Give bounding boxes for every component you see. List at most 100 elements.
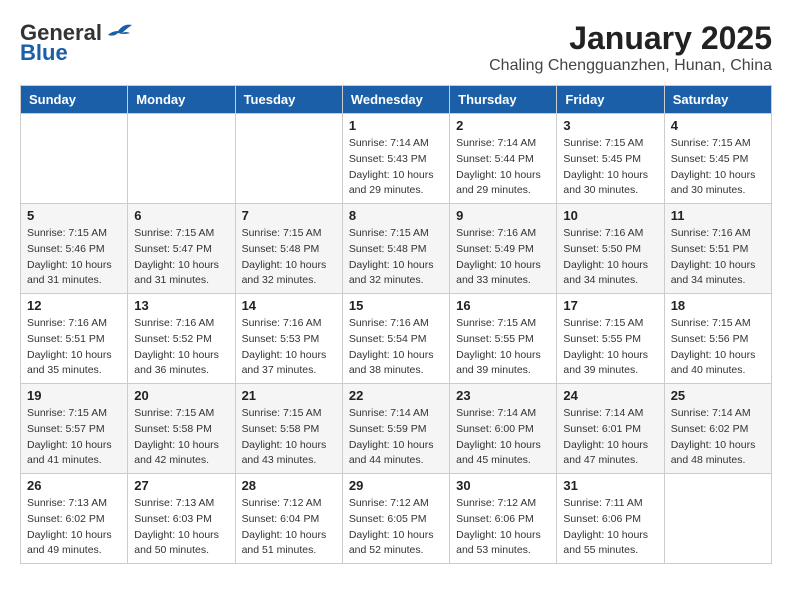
calendar-title: January 2025 <box>489 20 772 57</box>
day-number: 21 <box>242 388 336 403</box>
calendar-week-1: 1 Sunrise: 7:14 AM Sunset: 5:43 PM Daylig… <box>21 114 772 204</box>
day-info: Sunrise: 7:15 AM Sunset: 5:58 PM Dayligh… <box>242 406 336 469</box>
day-info: Sunrise: 7:15 AM Sunset: 5:58 PM Dayligh… <box>134 406 228 469</box>
day-info: Sunrise: 7:11 AM Sunset: 6:06 PM Dayligh… <box>563 496 657 559</box>
calendar-cell: 15 Sunrise: 7:16 AM Sunset: 5:54 PM Dayli… <box>342 294 449 384</box>
title-block: January 2025 Chaling Chengguanzhen, Huna… <box>489 20 772 75</box>
weekday-header-saturday: Saturday <box>664 86 771 114</box>
day-number: 16 <box>456 298 550 313</box>
day-info: Sunrise: 7:15 AM Sunset: 5:57 PM Dayligh… <box>27 406 121 469</box>
day-number: 18 <box>671 298 765 313</box>
day-number: 6 <box>134 208 228 223</box>
day-info: Sunrise: 7:15 AM Sunset: 5:48 PM Dayligh… <box>349 226 443 289</box>
day-info: Sunrise: 7:14 AM Sunset: 5:43 PM Dayligh… <box>349 136 443 199</box>
calendar-cell: 7 Sunrise: 7:15 AM Sunset: 5:48 PM Daylig… <box>235 204 342 294</box>
day-info: Sunrise: 7:16 AM Sunset: 5:54 PM Dayligh… <box>349 316 443 379</box>
calendar-cell: 6 Sunrise: 7:15 AM Sunset: 5:47 PM Daylig… <box>128 204 235 294</box>
calendar-cell: 4 Sunrise: 7:15 AM Sunset: 5:45 PM Daylig… <box>664 114 771 204</box>
calendar-cell: 10 Sunrise: 7:16 AM Sunset: 5:50 PM Dayli… <box>557 204 664 294</box>
day-info: Sunrise: 7:15 AM Sunset: 5:45 PM Dayligh… <box>671 136 765 199</box>
calendar-cell: 19 Sunrise: 7:15 AM Sunset: 5:57 PM Dayli… <box>21 384 128 474</box>
day-info: Sunrise: 7:16 AM Sunset: 5:49 PM Dayligh… <box>456 226 550 289</box>
day-info: Sunrise: 7:14 AM Sunset: 5:59 PM Dayligh… <box>349 406 443 469</box>
day-number: 20 <box>134 388 228 403</box>
day-number: 29 <box>349 478 443 493</box>
calendar-header-row: SundayMondayTuesdayWednesdayThursdayFrid… <box>21 86 772 114</box>
day-number: 19 <box>27 388 121 403</box>
day-info: Sunrise: 7:16 AM Sunset: 5:53 PM Dayligh… <box>242 316 336 379</box>
calendar-cell: 29Sunrise: 7:12 AM Sunset: 6:05 PM Dayli… <box>342 474 449 564</box>
day-number: 7 <box>242 208 336 223</box>
calendar-cell: 23 Sunrise: 7:14 AM Sunset: 6:00 PM Dayli… <box>450 384 557 474</box>
day-info: Sunrise: 7:15 AM Sunset: 5:55 PM Dayligh… <box>456 316 550 379</box>
day-info: Sunrise: 7:12 AM Sunset: 6:04 PM Dayligh… <box>242 496 336 559</box>
calendar-cell: 16 Sunrise: 7:15 AM Sunset: 5:55 PM Dayli… <box>450 294 557 384</box>
calendar-cell: 30 Sunrise: 7:12 AM Sunset: 6:06 PM Dayli… <box>450 474 557 564</box>
day-info: Sunrise: 7:16 AM Sunset: 5:52 PM Dayligh… <box>134 316 228 379</box>
day-info: Sunrise: 7:15 AM Sunset: 5:48 PM Dayligh… <box>242 226 336 289</box>
calendar-cell: 11Sunrise: 7:16 AM Sunset: 5:51 PM Dayli… <box>664 204 771 294</box>
day-info: Sunrise: 7:13 AM Sunset: 6:02 PM Dayligh… <box>27 496 121 559</box>
day-info: Sunrise: 7:15 AM Sunset: 5:45 PM Dayligh… <box>563 136 657 199</box>
calendar-cell: 14 Sunrise: 7:16 AM Sunset: 5:53 PM Dayli… <box>235 294 342 384</box>
calendar-week-3: 12Sunrise: 7:16 AM Sunset: 5:51 PM Dayli… <box>21 294 772 384</box>
day-number: 22 <box>349 388 443 403</box>
day-info: Sunrise: 7:15 AM Sunset: 5:47 PM Dayligh… <box>134 226 228 289</box>
calendar-week-5: 26 Sunrise: 7:13 AM Sunset: 6:02 PM Dayli… <box>21 474 772 564</box>
day-info: Sunrise: 7:16 AM Sunset: 5:51 PM Dayligh… <box>27 316 121 379</box>
day-number: 10 <box>563 208 657 223</box>
day-number: 9 <box>456 208 550 223</box>
day-number: 30 <box>456 478 550 493</box>
calendar-cell: 26 Sunrise: 7:13 AM Sunset: 6:02 PM Dayli… <box>21 474 128 564</box>
day-number: 1 <box>349 118 443 133</box>
calendar-week-2: 5Sunrise: 7:15 AM Sunset: 5:46 PM Daylig… <box>21 204 772 294</box>
day-info: Sunrise: 7:16 AM Sunset: 5:51 PM Dayligh… <box>671 226 765 289</box>
weekday-header-wednesday: Wednesday <box>342 86 449 114</box>
day-number: 26 <box>27 478 121 493</box>
calendar-week-4: 19 Sunrise: 7:15 AM Sunset: 5:57 PM Dayli… <box>21 384 772 474</box>
weekday-header-tuesday: Tuesday <box>235 86 342 114</box>
calendar-cell: 21 Sunrise: 7:15 AM Sunset: 5:58 PM Dayli… <box>235 384 342 474</box>
day-info: Sunrise: 7:13 AM Sunset: 6:03 PM Dayligh… <box>134 496 228 559</box>
day-number: 13 <box>134 298 228 313</box>
calendar-cell <box>128 114 235 204</box>
day-number: 17 <box>563 298 657 313</box>
day-info: Sunrise: 7:16 AM Sunset: 5:50 PM Dayligh… <box>563 226 657 289</box>
calendar-cell <box>21 114 128 204</box>
calendar-cell: 12Sunrise: 7:16 AM Sunset: 5:51 PM Dayli… <box>21 294 128 384</box>
calendar-cell: 24Sunrise: 7:14 AM Sunset: 6:01 PM Dayli… <box>557 384 664 474</box>
calendar-table: SundayMondayTuesdayWednesdayThursdayFrid… <box>20 85 772 564</box>
calendar-subtitle: Chaling Chengguanzhen, Hunan, China <box>489 57 772 75</box>
day-info: Sunrise: 7:15 AM Sunset: 5:55 PM Dayligh… <box>563 316 657 379</box>
day-info: Sunrise: 7:12 AM Sunset: 6:06 PM Dayligh… <box>456 496 550 559</box>
day-number: 23 <box>456 388 550 403</box>
day-number: 15 <box>349 298 443 313</box>
day-number: 28 <box>242 478 336 493</box>
calendar-cell: 2Sunrise: 7:14 AM Sunset: 5:44 PM Daylig… <box>450 114 557 204</box>
day-number: 8 <box>349 208 443 223</box>
day-number: 31 <box>563 478 657 493</box>
day-number: 14 <box>242 298 336 313</box>
calendar-cell: 9 Sunrise: 7:16 AM Sunset: 5:49 PM Daylig… <box>450 204 557 294</box>
weekday-header-sunday: Sunday <box>21 86 128 114</box>
day-number: 27 <box>134 478 228 493</box>
day-info: Sunrise: 7:14 AM Sunset: 6:01 PM Dayligh… <box>563 406 657 469</box>
calendar-cell: 3 Sunrise: 7:15 AM Sunset: 5:45 PM Daylig… <box>557 114 664 204</box>
day-number: 3 <box>563 118 657 133</box>
weekday-header-monday: Monday <box>128 86 235 114</box>
calendar-cell: 25Sunrise: 7:14 AM Sunset: 6:02 PM Dayli… <box>664 384 771 474</box>
calendar-cell: 18 Sunrise: 7:15 AM Sunset: 5:56 PM Dayli… <box>664 294 771 384</box>
day-info: Sunrise: 7:15 AM Sunset: 5:56 PM Dayligh… <box>671 316 765 379</box>
logo: General Blue <box>20 20 132 66</box>
calendar-cell: 8 Sunrise: 7:15 AM Sunset: 5:48 PM Daylig… <box>342 204 449 294</box>
day-number: 2 <box>456 118 550 133</box>
calendar-cell: 28 Sunrise: 7:12 AM Sunset: 6:04 PM Dayli… <box>235 474 342 564</box>
day-info: Sunrise: 7:14 AM Sunset: 6:02 PM Dayligh… <box>671 406 765 469</box>
page-header: General Blue January 2025 Chaling Chengg… <box>20 20 772 75</box>
weekday-header-thursday: Thursday <box>450 86 557 114</box>
calendar-cell: 1 Sunrise: 7:14 AM Sunset: 5:43 PM Daylig… <box>342 114 449 204</box>
calendar-cell: 20 Sunrise: 7:15 AM Sunset: 5:58 PM Dayli… <box>128 384 235 474</box>
calendar-cell <box>235 114 342 204</box>
day-number: 4 <box>671 118 765 133</box>
day-info: Sunrise: 7:14 AM Sunset: 6:00 PM Dayligh… <box>456 406 550 469</box>
